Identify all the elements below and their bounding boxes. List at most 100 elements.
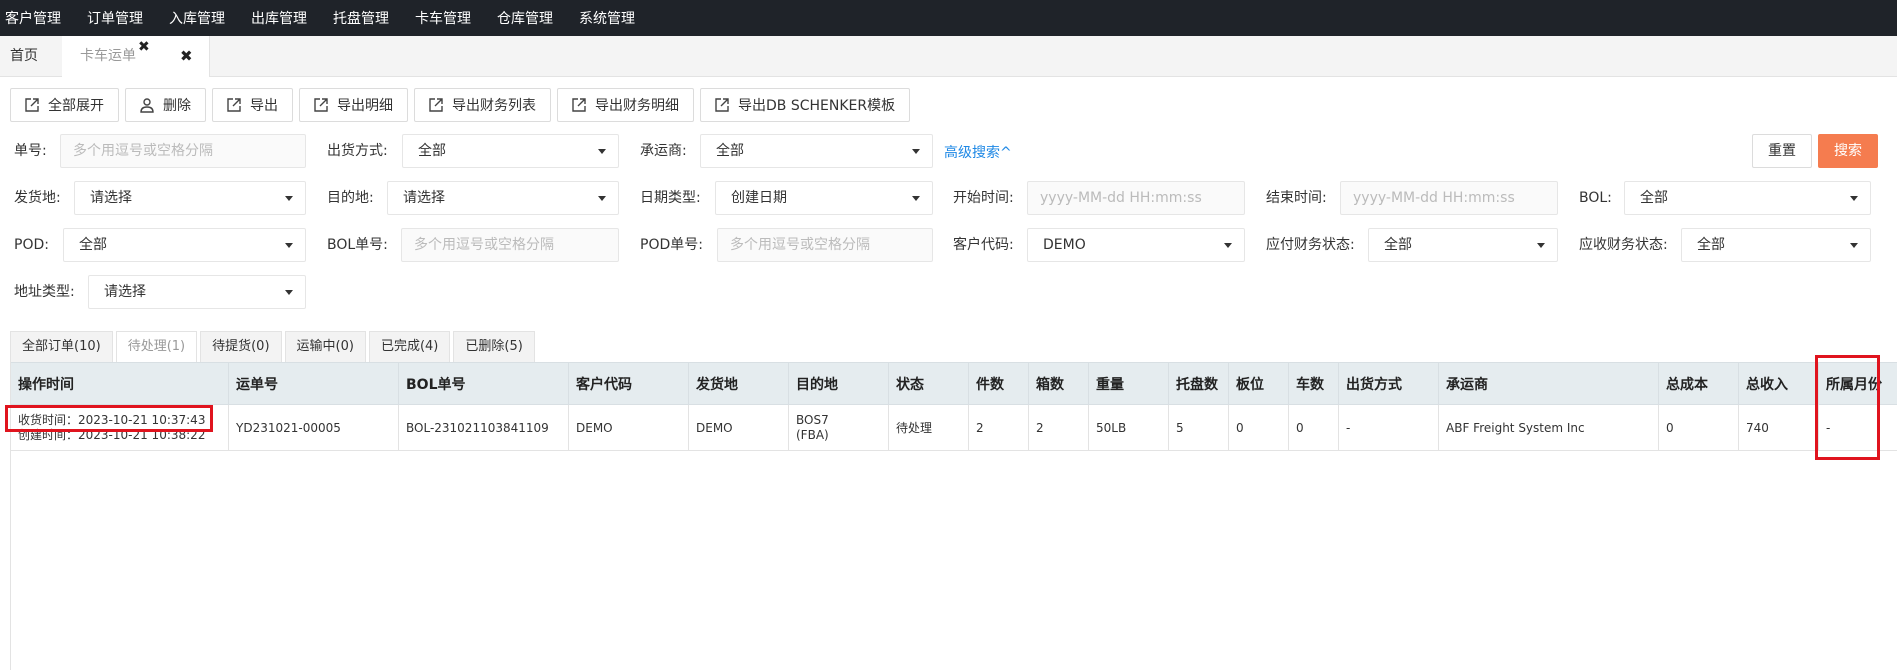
column-header[interactable]: BOL单号 — [399, 363, 569, 404]
customer-cell: DEMO — [569, 405, 689, 450]
external-link-icon — [429, 98, 443, 112]
column-header[interactable]: 状态 — [889, 363, 969, 404]
pod-select[interactable]: 全部 — [63, 228, 306, 262]
origin-select[interactable]: 请选择 — [74, 181, 306, 215]
weight-cell: 50LB — [1089, 405, 1169, 450]
delete-label: 删除 — [163, 98, 191, 114]
external-link-icon — [25, 98, 39, 112]
ship-method-cell: - — [1339, 405, 1439, 450]
nav-customer[interactable]: 客户管理 — [0, 8, 61, 28]
column-header[interactable]: 所属月份 — [1819, 363, 1897, 404]
column-header[interactable]: 承运商 — [1439, 363, 1659, 404]
column-header[interactable]: 客户代码 — [569, 363, 689, 404]
start-time-input[interactable]: yyyy-MM-dd HH:mm:ss — [1027, 181, 1245, 215]
chevron-down-icon — [912, 196, 920, 201]
tab-awaiting-pickup[interactable]: 待提货(0) — [200, 331, 282, 362]
chevron-down-icon — [285, 243, 293, 248]
nav-pallet[interactable]: 托盘管理 — [328, 8, 389, 28]
expand-all-button[interactable]: 全部展开 — [10, 88, 119, 122]
export-finance-list-button[interactable]: 导出财务列表 — [414, 88, 551, 122]
column-header[interactable]: 总收入 — [1739, 363, 1819, 404]
bol-no-input[interactable]: 多个用逗号或空格分隔 — [401, 228, 619, 262]
column-header[interactable]: 车数 — [1289, 363, 1339, 404]
column-header[interactable]: 操作时间 — [11, 363, 229, 404]
reset-button[interactable]: 重置 — [1752, 134, 1812, 168]
top-navigation: 客户管理 订单管理 入库管理 出库管理 托盘管理 卡车管理 仓库管理 系统管理 — [0, 0, 1897, 36]
column-header[interactable]: 出货方式 — [1339, 363, 1439, 404]
external-link-icon — [572, 98, 586, 112]
pieces-cell: 2 — [969, 405, 1029, 450]
tab-pending[interactable]: 待处理(1) — [115, 331, 198, 362]
pod-no-input[interactable]: 多个用逗号或空格分隔 — [717, 228, 933, 262]
export-finance-detail-button[interactable]: 导出财务明细 — [557, 88, 694, 122]
chevron-down-icon — [1850, 196, 1858, 201]
address-type-label: 地址类型: — [14, 284, 75, 300]
date-type-select[interactable]: 创建日期 — [715, 181, 933, 215]
tab-all-orders[interactable]: 全部订单(10) — [10, 331, 113, 362]
tab-in-transit[interactable]: 运输中(0) — [284, 331, 366, 362]
export-db-schenker-button[interactable]: 导出DB SCHENKER模板 — [700, 88, 911, 122]
receivable-status-select[interactable]: 全部 — [1681, 228, 1871, 262]
nav-orders[interactable]: 订单管理 — [82, 8, 143, 28]
export-button[interactable]: 导出 — [212, 88, 293, 122]
close-tab-icon[interactable]: ✖ — [138, 40, 150, 54]
date-type-value: 创建日期 — [731, 190, 787, 206]
delete-button[interactable]: 删除 — [125, 88, 206, 122]
end-time-input[interactable]: yyyy-MM-dd HH:mm:ss — [1340, 181, 1558, 215]
nav-outbound[interactable]: 出库管理 — [246, 8, 307, 28]
close-all-icon[interactable]: ✖ — [180, 49, 193, 64]
chevron-down-icon — [1537, 243, 1545, 248]
start-time-label: 开始时间: — [953, 190, 1014, 206]
origin-cell: DEMO — [689, 405, 789, 450]
column-header[interactable]: 运单号 — [229, 363, 399, 404]
tab-completed[interactable]: 已完成(4) — [368, 331, 451, 362]
pallets-cell: 5 — [1169, 405, 1229, 450]
column-header[interactable]: 目的地 — [789, 363, 889, 404]
column-header[interactable]: 重量 — [1089, 363, 1169, 404]
nav-system[interactable]: 系统管理 — [574, 8, 635, 28]
bol-no-cell: BOL-231021103841109 — [399, 405, 569, 450]
destination-cell: BOS7 (FBA) — [789, 405, 889, 450]
column-header[interactable]: 发货地 — [689, 363, 789, 404]
bol-label: BOL: — [1579, 190, 1612, 206]
tab-deleted[interactable]: 已删除(5) — [453, 331, 535, 362]
advanced-search-link[interactable]: 高级搜索^ — [944, 142, 1012, 162]
external-link-icon — [227, 98, 241, 112]
nav-truck[interactable]: 卡车管理 — [410, 8, 471, 28]
search-button[interactable]: 搜索 — [1818, 134, 1878, 168]
payable-status-select[interactable]: 全部 — [1368, 228, 1558, 262]
export-detail-button[interactable]: 导出明细 — [299, 88, 408, 122]
column-header[interactable]: 箱数 — [1029, 363, 1089, 404]
tab-home[interactable]: 首页 — [10, 36, 38, 77]
tab-truck-waybill[interactable]: 卡车运单 ✖ ✖ — [62, 36, 210, 77]
chevron-down-icon — [285, 196, 293, 201]
table-row[interactable]: 收货时间：2023-10-21 10:37:43 创建时间：2023-10-21… — [11, 405, 1897, 451]
column-header[interactable]: 总成本 — [1659, 363, 1739, 404]
origin-value: 请选择 — [90, 190, 132, 206]
export-db-schenker-label: 导出DB SCHENKER模板 — [738, 98, 896, 114]
bol-select[interactable]: 全部 — [1624, 181, 1871, 215]
customer-code-label: 客户代码: — [953, 237, 1014, 253]
column-header[interactable]: 件数 — [969, 363, 1029, 404]
toolbar: 全部展开 删除 导出 导出明细 导出财务列表 导出财务明细 导出DB SCHEN… — [10, 88, 916, 122]
customer-code-select[interactable]: DEMO — [1027, 228, 1245, 262]
page-tab-bar: 首页 卡车运单 ✖ ✖ — [0, 36, 1897, 77]
carrier-select[interactable]: 全部 — [700, 134, 933, 168]
chevron-down-icon — [598, 149, 606, 154]
column-header[interactable]: 托盘数 — [1169, 363, 1229, 404]
external-link-icon — [715, 98, 729, 112]
tab-truck-waybill-label: 卡车运单 — [80, 48, 136, 64]
nav-inbound[interactable]: 入库管理 — [164, 8, 225, 28]
trucks-cell: 0 — [1289, 405, 1339, 450]
address-type-select[interactable]: 请选择 — [88, 275, 306, 309]
chevron-down-icon — [598, 196, 606, 201]
bol-no-label: BOL单号: — [327, 237, 388, 253]
destination-select[interactable]: 请选择 — [387, 181, 619, 215]
column-header[interactable]: 板位 — [1229, 363, 1289, 404]
waybill-table: 操作时间 运单号 BOL单号 客户代码 发货地 目的地 状态 件数 箱数 重量 … — [10, 362, 1897, 670]
ship-method-select[interactable]: 全部 — [402, 134, 619, 168]
chevron-down-icon — [912, 149, 920, 154]
order-no-input[interactable]: 多个用逗号或空格分隔 — [60, 134, 306, 168]
carrier-cell: ABF Freight System Inc — [1439, 405, 1659, 450]
nav-warehouse[interactable]: 仓库管理 — [492, 8, 553, 28]
